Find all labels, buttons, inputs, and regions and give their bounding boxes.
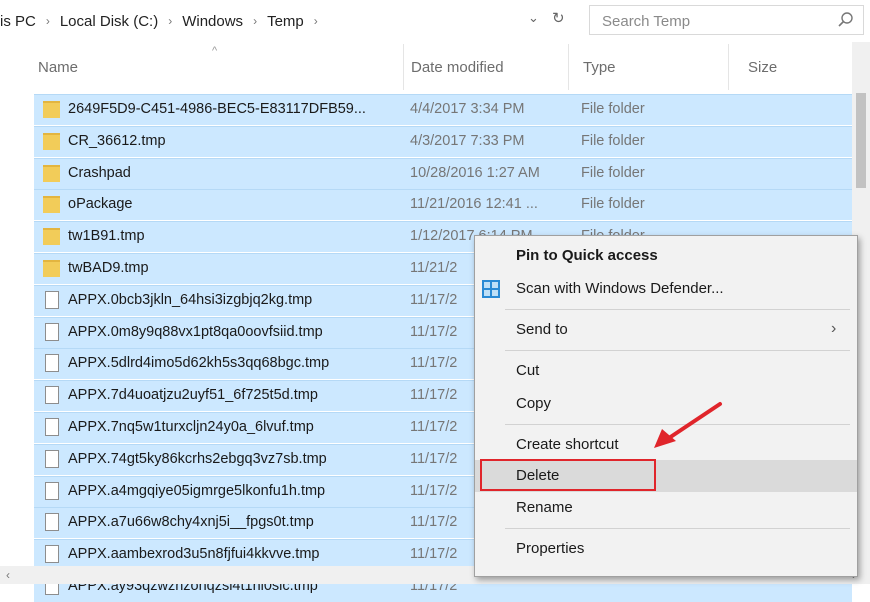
- file-date-modified: 11/17/2: [410, 387, 458, 404]
- column-name[interactable]: Name: [38, 59, 78, 76]
- file-name: APPX.7d4uoatjzu2uyf51_6f725t5d.tmp: [68, 387, 318, 404]
- file-icon: [45, 418, 59, 436]
- menu-item-properties[interactable]: Properties: [475, 533, 857, 565]
- file-icon: [45, 354, 59, 373]
- breadcrumb-chevron-icon: ›: [45, 14, 50, 28]
- file-row[interactable]: Crashpad 10/28/2016 1:27 AM File folder: [34, 157, 852, 189]
- file-date-modified: 11/21/2: [410, 260, 458, 276]
- file-date-modified: 11/17/2: [410, 419, 458, 435]
- file-name: twBAD9.tmp: [68, 260, 149, 276]
- folder-icon: [43, 260, 60, 277]
- file-name: APPX.74gt5ky86kcrhs2ebgq3vz7sb.tmp: [68, 450, 327, 467]
- file-date-modified: 11/17/2: [410, 546, 458, 563]
- menu-item-send-to[interactable]: Send to ›: [475, 314, 857, 346]
- folder-icon: [43, 196, 60, 214]
- file-type: File folder: [581, 196, 645, 213]
- file-icon: [45, 545, 59, 564]
- menu-separator: [505, 528, 850, 529]
- file-date-modified: 11/17/2: [410, 323, 458, 340]
- file-type: File folder: [581, 101, 645, 117]
- menu-item-label: Scan with Windows Defender...: [516, 280, 724, 297]
- file-name: APPX.7nq5w1turxcljn24y0a_6lvuf.tmp: [68, 419, 314, 435]
- menu-item-label: Pin to Quick access: [516, 247, 658, 264]
- menu-item-label: Create shortcut: [516, 436, 619, 453]
- breadcrumb[interactable]: is PC › Local Disk (C:) › Windows › Temp…: [0, 0, 580, 42]
- file-date-modified: 4/3/2017 7:33 PM: [410, 132, 525, 149]
- breadcrumb-chevron-icon: ›: [313, 14, 318, 28]
- column-divider[interactable]: [728, 44, 729, 90]
- folder-icon: [43, 228, 60, 246]
- file-row[interactable]: 2649F5D9-C451-4986-BEC5-E83117DFB59... 4/…: [34, 94, 852, 125]
- folder-icon: [43, 132, 60, 150]
- menu-item-label: Copy: [516, 395, 552, 412]
- sort-ascending-icon: ^: [212, 45, 218, 57]
- folder-icon: [43, 164, 60, 182]
- file-date-modified: 11/21/2016 12:41 ...: [410, 196, 538, 213]
- column-header-row: ^ Name Date modified Type Size: [0, 42, 852, 92]
- search-icon: [838, 12, 853, 27]
- column-divider[interactable]: [403, 44, 404, 90]
- file-date-modified: 11/17/2: [410, 482, 458, 499]
- menu-item-label: Cut: [516, 362, 540, 379]
- file-name: Crashpad: [68, 164, 131, 181]
- file-icon: [45, 449, 59, 468]
- file-icon: [45, 322, 59, 341]
- file-date-modified: 11/17/2: [410, 291, 458, 308]
- column-size[interactable]: Size: [748, 59, 777, 76]
- file-name: APPX.aambexrod3u5n8fjfui4kkvve.tmp: [68, 546, 320, 563]
- refresh-icon[interactable]: ↻: [552, 9, 565, 27]
- address-bar: is PC › Local Disk (C:) › Windows › Temp…: [0, 0, 870, 42]
- file-name: APPX.5dlrd4imo5d62kh5s3qq68bgc.tmp: [68, 355, 330, 372]
- column-type[interactable]: Type: [583, 59, 616, 76]
- windows-defender-icon: [482, 280, 500, 298]
- file-icon: [45, 513, 59, 532]
- file-name: APPX.a7u66w8chy4xnj5i__fpgs0t.tmp: [68, 514, 314, 531]
- file-name: APPX.0m8y9q88vx1pt8qa0oovfsiid.tmp: [68, 323, 323, 340]
- vertical-scroll-thumb[interactable]: [856, 93, 866, 188]
- breadcrumb-chevron-icon: ›: [253, 14, 258, 28]
- search-placeholder: Search Temp: [602, 13, 691, 30]
- breadcrumb-this-pc[interactable]: is PC: [0, 13, 40, 30]
- menu-item-rename[interactable]: Rename: [475, 492, 857, 524]
- folder-icon: [43, 101, 60, 118]
- file-name: APPX.0bcb3jkln_64hsi3izgbjq2kg.tmp: [68, 291, 313, 308]
- menu-item-cut[interactable]: Cut: [475, 355, 857, 387]
- file-name: 2649F5D9-C451-4986-BEC5-E83117DFB59...: [68, 101, 366, 117]
- menu-item-pin-to-quick-access[interactable]: Pin to Quick access: [475, 240, 857, 272]
- file-icon: [45, 386, 59, 405]
- file-date-modified: 11/17/2: [410, 355, 458, 372]
- menu-item-label: Properties: [516, 540, 585, 557]
- file-name: oPackage: [68, 196, 133, 213]
- menu-item-label: Send to: [516, 321, 568, 338]
- history-dropdown-icon[interactable]: ⌄: [528, 10, 539, 26]
- file-row[interactable]: CR_36612.tmp 4/3/2017 7:33 PM File folder: [34, 125, 852, 157]
- breadcrumb-chevron-icon: ›: [168, 14, 173, 28]
- submenu-chevron-right-icon: ›: [831, 320, 837, 337]
- menu-item-label: Rename: [516, 499, 573, 516]
- delete-highlight-box: [480, 459, 656, 491]
- menu-item-scan-defender[interactable]: Scan with Windows Defender...: [475, 273, 857, 305]
- search-input[interactable]: Search Temp: [589, 5, 864, 35]
- breadcrumb-local-disk[interactable]: Local Disk (C:): [56, 13, 162, 30]
- file-name: CR_36612.tmp: [68, 132, 166, 149]
- file-row[interactable]: oPackage 11/21/2016 12:41 ... File folder: [34, 189, 852, 221]
- breadcrumb-temp[interactable]: Temp: [263, 13, 308, 30]
- file-date-modified: 11/17/2: [410, 514, 458, 531]
- menu-separator: [505, 309, 850, 310]
- menu-separator: [505, 350, 850, 351]
- breadcrumb-windows[interactable]: Windows: [178, 13, 247, 30]
- annotation-arrow-icon: [654, 402, 722, 448]
- file-type: File folder: [581, 164, 645, 181]
- file-name: APPX.a4mgqiye05igmrge5lkonfu1h.tmp: [68, 482, 326, 499]
- scroll-left-icon[interactable]: ‹: [6, 568, 10, 582]
- file-date-modified: 10/28/2016 1:27 AM: [410, 164, 540, 181]
- file-type: File folder: [581, 132, 645, 149]
- file-icon: [45, 290, 59, 309]
- file-date-modified: 11/17/2: [410, 450, 458, 467]
- column-date-modified[interactable]: Date modified: [411, 59, 504, 76]
- file-date-modified: 4/4/2017 3:34 PM: [410, 101, 525, 117]
- file-name: tw1B91.tmp: [68, 228, 145, 245]
- file-icon: [45, 481, 59, 500]
- column-divider[interactable]: [568, 44, 569, 90]
